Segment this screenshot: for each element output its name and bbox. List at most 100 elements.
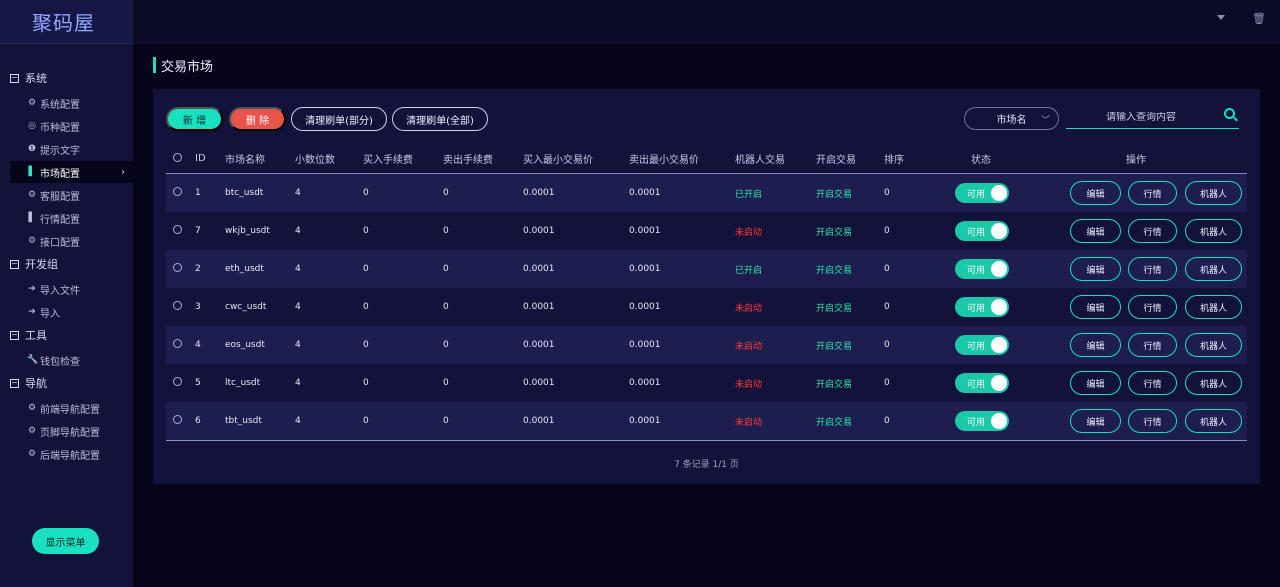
sidebar-item[interactable]: ⚙ 系统配置	[10, 92, 133, 114]
toggle-knob	[991, 261, 1007, 277]
row-select-radio[interactable]	[166, 339, 195, 351]
toggle-knob	[991, 223, 1007, 239]
cell-sell-min: 0.0001	[629, 226, 661, 236]
sidebar-item[interactable]: ⚙ 页脚导航配置	[10, 420, 133, 442]
cell-robot-status[interactable]: 已开启	[735, 187, 816, 200]
clear-orders-partial-button[interactable]: 清理刷单(部分)	[291, 107, 387, 131]
robot-button[interactable]: 机器人	[1185, 409, 1242, 433]
trash-icon[interactable]: 🗑	[1252, 12, 1266, 25]
row-select-radio[interactable]	[166, 301, 195, 313]
sidebar-item[interactable]: ⚙ 后端导航配置	[10, 443, 133, 465]
edit-button[interactable]: 编辑	[1070, 371, 1121, 395]
cell-sort: 0	[884, 340, 890, 350]
cell-id: 2	[195, 264, 201, 274]
sidebar-item-label: 行情配置	[40, 214, 80, 226]
sidebar-group-0[interactable]: − 系统	[0, 68, 133, 88]
sidebar-item[interactable]: 🔧 钱包检查	[10, 349, 133, 371]
table-row: 5 ltc_usdt 4 0 0 0.0001 0.0001 未启动 开启交易 0 可用 编辑 行情 机器…	[166, 364, 1247, 402]
quote-button[interactable]: 行情	[1128, 333, 1177, 357]
status-toggle[interactable]: 可用	[955, 297, 1009, 317]
status-toggle-label: 可用	[967, 303, 986, 314]
sidebar-item[interactable]: ▌ 市场配置 ›	[10, 161, 133, 183]
quote-button[interactable]: 行情	[1128, 257, 1177, 281]
sidebar-group-3[interactable]: − 导航	[0, 373, 133, 393]
cell-robot-status[interactable]: 未启动	[735, 339, 816, 352]
row-select-radio[interactable]	[166, 225, 195, 237]
status-toggle[interactable]: 可用	[955, 183, 1009, 203]
robot-button[interactable]: 机器人	[1185, 333, 1242, 357]
row-select-radio[interactable]	[166, 263, 195, 275]
table-header: ID 市场名称 小数位数 买入手续费 卖出手续费 买入最小交易价 卖出最小交易价…	[166, 144, 1247, 174]
quote-button[interactable]: 行情	[1128, 295, 1177, 319]
sidebar-group-2[interactable]: − 工具	[0, 325, 133, 345]
logo[interactable]: 聚码屋	[0, 0, 133, 44]
quote-button[interactable]: 行情	[1128, 181, 1177, 205]
col-header-id: ID	[195, 153, 206, 164]
sidebar-item[interactable]: ▌ 行情配置	[10, 207, 133, 229]
edit-button[interactable]: 编辑	[1070, 333, 1121, 357]
status-toggle[interactable]: 可用	[955, 335, 1009, 355]
select-all-radio[interactable]	[166, 152, 195, 165]
status-toggle[interactable]: 可用	[955, 221, 1009, 241]
cell-robot-status[interactable]: 未启动	[735, 301, 816, 314]
cell-sell-fee: 0	[443, 264, 449, 274]
robot-button[interactable]: 机器人	[1185, 181, 1242, 205]
search-input[interactable]	[1066, 112, 1216, 123]
row-select-radio[interactable]	[166, 187, 195, 199]
clear-orders-all-button[interactable]: 清理刷单(全部)	[392, 107, 488, 131]
collapse-box-icon: −	[10, 378, 19, 388]
cell-open-trade[interactable]: 开启交易	[816, 263, 884, 276]
cell-open-trade[interactable]: 开启交易	[816, 187, 884, 200]
search-icon[interactable]	[1224, 108, 1235, 119]
radio-icon	[173, 187, 182, 196]
status-toggle[interactable]: 可用	[955, 373, 1009, 393]
row-select-radio[interactable]	[166, 377, 195, 389]
radio-icon	[173, 339, 182, 348]
dropdown-caret-icon[interactable]	[1217, 15, 1225, 20]
edit-button[interactable]: 编辑	[1070, 219, 1121, 243]
row-select-radio[interactable]	[166, 415, 195, 427]
cell-open-trade[interactable]: 开启交易	[816, 225, 884, 238]
edit-button[interactable]: 编辑	[1070, 295, 1121, 319]
status-toggle-label: 可用	[967, 379, 986, 390]
sidebar-item[interactable]: ⚙ 客服配置	[10, 184, 133, 206]
toggle-knob	[991, 337, 1007, 353]
show-menu-button[interactable]: 显示菜单	[32, 528, 99, 554]
status-toggle[interactable]: 可用	[955, 411, 1009, 431]
edit-button[interactable]: 编辑	[1070, 181, 1121, 205]
cell-sort: 0	[884, 188, 890, 198]
quote-button[interactable]: 行情	[1128, 409, 1177, 433]
cell-robot-status[interactable]: 未启动	[735, 377, 816, 390]
sidebar-item[interactable]: ◎ 币种配置	[10, 115, 133, 137]
delete-button[interactable]: 删 除	[229, 107, 286, 131]
quote-button[interactable]: 行情	[1128, 371, 1177, 395]
cell-open-trade[interactable]: 开启交易	[816, 415, 884, 428]
edit-button[interactable]: 编辑	[1070, 409, 1121, 433]
cell-buy-min: 0.0001	[523, 264, 555, 274]
sidebar-item[interactable]: ➔ 导入文件	[10, 278, 133, 300]
robot-button[interactable]: 机器人	[1185, 219, 1242, 243]
sidebar-item[interactable]: ➔ 导入	[10, 301, 133, 323]
cell-open-trade[interactable]: 开启交易	[816, 301, 884, 314]
robot-button[interactable]: 机器人	[1185, 371, 1242, 395]
market-name-select[interactable]: 市场名 ﹀	[964, 107, 1059, 130]
cell-buy-fee: 0	[363, 188, 369, 198]
cell-robot-status[interactable]: 未启动	[735, 225, 816, 238]
sidebar-group-1[interactable]: − 开发组	[0, 254, 133, 274]
add-button[interactable]: 新 增	[166, 107, 223, 131]
cell-robot-status[interactable]: 已开启	[735, 263, 816, 276]
quote-button[interactable]: 行情	[1128, 219, 1177, 243]
edit-button[interactable]: 编辑	[1070, 257, 1121, 281]
sidebar-item-label: 市场配置	[40, 168, 80, 180]
sidebar-item[interactable]: ⚙ 接口配置	[10, 230, 133, 252]
robot-button[interactable]: 机器人	[1185, 257, 1242, 281]
status-toggle[interactable]: 可用	[955, 259, 1009, 279]
sidebar-item[interactable]: ⚙ 前端导航配置	[10, 397, 133, 419]
cell-sell-min: 0.0001	[629, 416, 661, 426]
cell-robot-status[interactable]: 未启动	[735, 415, 816, 428]
cell-id: 6	[195, 416, 201, 426]
cell-open-trade[interactable]: 开启交易	[816, 377, 884, 390]
robot-button[interactable]: 机器人	[1185, 295, 1242, 319]
cell-open-trade[interactable]: 开启交易	[816, 339, 884, 352]
sidebar-item[interactable]: ❶ 提示文字	[10, 138, 133, 160]
